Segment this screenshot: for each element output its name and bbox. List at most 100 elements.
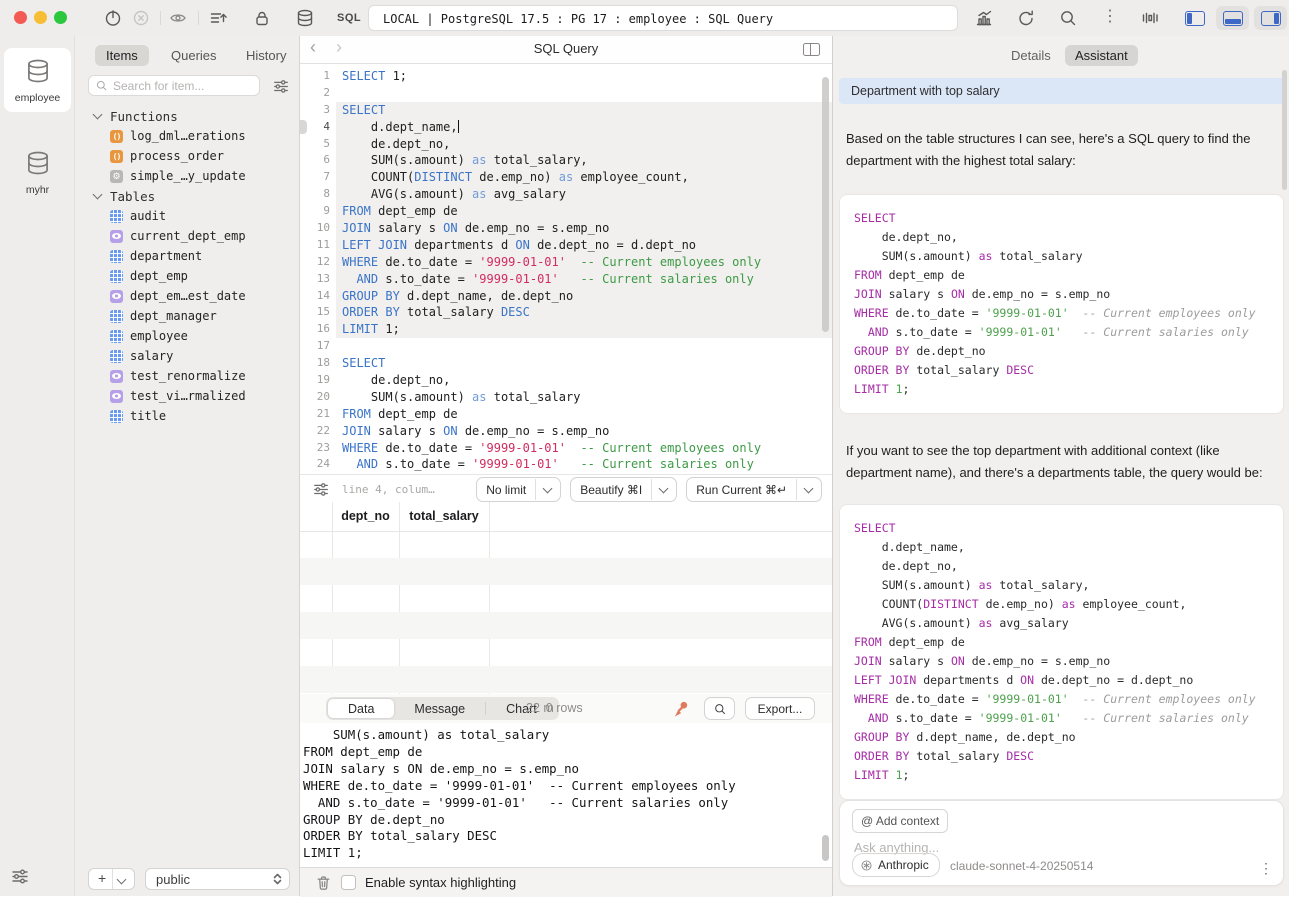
sidebar-item-audit[interactable]: audit: [75, 206, 299, 226]
sidebar-item-test_renormalize[interactable]: test_renormalize: [75, 366, 299, 386]
panel-scrollbar[interactable]: [1282, 70, 1287, 190]
add-item-button[interactable]: +: [88, 868, 135, 890]
sidebar-item-department[interactable]: department: [75, 246, 299, 266]
search-input[interactable]: Search for item...: [88, 75, 260, 96]
editor-line[interactable]: 5 de.dept_no,: [300, 136, 832, 153]
rail-settings-sliders-icon[interactable]: [10, 866, 30, 886]
sidebar-item-log_dml…erations[interactable]: log_dml…erations: [75, 126, 299, 146]
editor-line[interactable]: 19 de.dept_no,: [300, 372, 832, 389]
editor-line[interactable]: 18SELECT: [300, 355, 832, 372]
editor-line[interactable]: 1SELECT 1;: [300, 68, 832, 85]
traffic-close-button[interactable]: [14, 11, 27, 24]
editor-scrollbar[interactable]: [822, 77, 829, 332]
connection-myhr[interactable]: myhr: [4, 140, 71, 204]
editor-line[interactable]: 15ORDER BY total_salary DESC: [300, 304, 832, 321]
eye-icon[interactable]: [168, 8, 188, 28]
table-row[interactable]: [300, 531, 832, 558]
editor-line[interactable]: 22JOIN salary s ON de.emp_no = s.emp_no: [300, 423, 832, 440]
sidebar-item-dept_manager[interactable]: dept_manager: [75, 306, 299, 326]
refresh-icon[interactable]: [1016, 8, 1036, 28]
message-panel[interactable]: SUM(s.amount) as total_salaryFROM dept_e…: [300, 723, 832, 867]
table-row[interactable]: [300, 558, 832, 585]
table-row[interactable]: [300, 612, 832, 639]
editor-line[interactable]: 11LEFT JOIN departments d ON de.dept_no …: [300, 237, 832, 254]
tab-data[interactable]: Data: [328, 699, 394, 718]
tab-details[interactable]: Details: [1001, 45, 1061, 66]
editor-line[interactable]: 6 SUM(s.amount) as total_salary,: [300, 152, 832, 169]
sidebar-item-employee[interactable]: employee: [75, 326, 299, 346]
tab-queries[interactable]: Queries: [160, 45, 228, 66]
assistant-code-block[interactable]: SELECT d.dept_name, de.dept_no, SUM(s.am…: [839, 504, 1284, 800]
tab-history[interactable]: History: [235, 45, 297, 66]
editor-line[interactable]: 10JOIN salary s ON de.emp_no = s.emp_no: [300, 220, 832, 237]
sidebar-item-salary[interactable]: salary: [75, 346, 299, 366]
editor-settings-sliders-icon[interactable]: [312, 480, 330, 498]
editor-line[interactable]: 4 d.dept_name,: [300, 119, 832, 136]
kebab-menu-icon[interactable]: ⋮: [1259, 860, 1273, 877]
sidebar-item-test_vi…rmalized[interactable]: test_vi…rmalized: [75, 386, 299, 406]
session-title-banner[interactable]: Department with top salary: [839, 78, 1284, 104]
sidebar-item-dept_em…est_date[interactable]: dept_em…est_date: [75, 286, 299, 306]
table-row[interactable]: [300, 666, 832, 693]
editor-line[interactable]: 24 AND s.to_date = '9999-01-01' -- Curre…: [300, 456, 832, 473]
editor-line[interactable]: 17: [300, 338, 832, 355]
sidebar-item-simple_…y_update[interactable]: simple_…y_update: [75, 166, 299, 186]
syntax-highlighting-checkbox[interactable]: [341, 875, 356, 890]
editor-line[interactable]: 14GROUP BY d.dept_name, de.dept_no: [300, 288, 832, 305]
lock-icon[interactable]: [252, 8, 272, 28]
beautify-button[interactable]: Beautify ⌘I: [570, 477, 677, 502]
traffic-minimize-button[interactable]: [34, 11, 47, 24]
provider-pill[interactable]: Anthropic: [852, 853, 940, 877]
add-context-chip[interactable]: @ Add context: [852, 809, 948, 833]
connection-employee[interactable]: employee: [4, 48, 71, 112]
assistant-code-block[interactable]: SELECT de.dept_no, SUM(s.amount) as tota…: [839, 194, 1284, 414]
filter-sliders-icon[interactable]: [272, 77, 290, 95]
section-tables[interactable]: Tables: [75, 186, 299, 206]
x-circle-icon[interactable]: [131, 8, 151, 28]
sidebar-item-dept_emp[interactable]: dept_emp: [75, 266, 299, 286]
search-results-button[interactable]: [704, 697, 735, 720]
editor-line[interactable]: 23WHERE de.to_date = '9999-01-01' -- Cur…: [300, 440, 832, 457]
focus-mode-icon[interactable]: [1140, 8, 1160, 28]
table-row[interactable]: [300, 585, 832, 612]
column-header-total-salary[interactable]: total_salary: [399, 509, 489, 523]
sidebar-item-process_order[interactable]: process_order: [75, 146, 299, 166]
run-current-button[interactable]: Run Current ⌘↵: [686, 477, 822, 502]
editor-line[interactable]: 2: [300, 85, 832, 102]
editor-line[interactable]: 9FROM dept_emp de: [300, 203, 832, 220]
sql-editor[interactable]: 1SELECT 1;23SELECT4 d.dept_name,5 de.dep…: [300, 63, 832, 474]
table-row[interactable]: [300, 639, 832, 666]
toggle-left-panel-button[interactable]: [1178, 6, 1211, 30]
pin-icon[interactable]: [672, 699, 691, 718]
list-up-icon[interactable]: [208, 8, 228, 28]
traffic-zoom-button[interactable]: [54, 11, 67, 24]
search-icon[interactable]: [1058, 8, 1078, 28]
tab-items[interactable]: Items: [95, 45, 149, 66]
chart-icon[interactable]: [974, 8, 994, 28]
column-header-dept-no[interactable]: dept_no: [332, 509, 399, 523]
editor-line[interactable]: 16LIMIT 1;: [300, 321, 832, 338]
toggle-right-panel-button[interactable]: [1254, 6, 1287, 30]
schema-select[interactable]: public: [145, 868, 290, 890]
connection-title[interactable]: LOCAL | PostgreSQL 17.5 : PG 17 : employ…: [368, 5, 958, 31]
trash-icon[interactable]: [314, 873, 333, 892]
editor-line[interactable]: 20 SUM(s.amount) as total_salary: [300, 389, 832, 406]
message-scrollbar[interactable]: [822, 835, 829, 861]
limit-select[interactable]: No limit: [476, 477, 561, 502]
sidebar-item-current_dept_emp[interactable]: current_dept_emp: [75, 226, 299, 246]
toggle-bottom-panel-button[interactable]: [1216, 6, 1249, 30]
editor-line[interactable]: 7 COUNT(DISTINCT de.emp_no) as employee_…: [300, 169, 832, 186]
editor-line[interactable]: 3SELECT: [300, 102, 832, 119]
power-plug-icon[interactable]: [103, 8, 123, 28]
editor-line[interactable]: 8 AVG(s.amount) as avg_salary: [300, 186, 832, 203]
assistant-input-card[interactable]: @ Add context Ask anything... Anthropic …: [839, 800, 1284, 886]
editor-line[interactable]: 21FROM dept_emp de: [300, 406, 832, 423]
split-view-icon[interactable]: [803, 43, 820, 56]
editor-line[interactable]: 13 AND s.to_date = '9999-01-01' -- Curre…: [300, 271, 832, 288]
database-icon[interactable]: [295, 8, 315, 28]
tab-assistant[interactable]: Assistant: [1065, 45, 1138, 66]
kebab-menu-icon[interactable]: ⋮: [1100, 6, 1120, 26]
sidebar-item-title[interactable]: title: [75, 406, 299, 426]
section-functions[interactable]: Functions: [75, 106, 299, 126]
tab-message[interactable]: Message: [394, 699, 485, 718]
